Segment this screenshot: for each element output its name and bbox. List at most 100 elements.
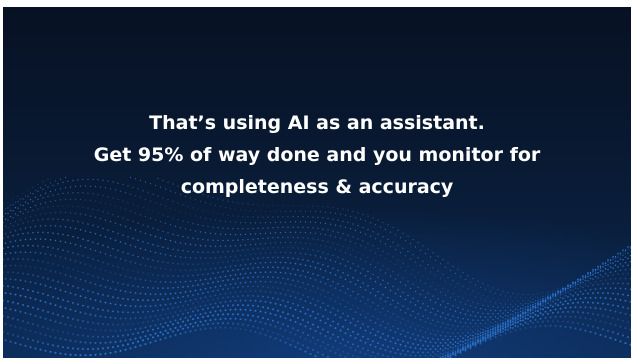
wave-dot: [464, 303, 467, 305]
wave-dot: [12, 301, 14, 304]
wave-dot: [4, 233, 7, 235]
wave-dot: [242, 259, 244, 261]
wave-dot: [517, 309, 519, 311]
wave-dot: [209, 268, 212, 270]
wave-dot: [297, 329, 299, 332]
wave-dot: [344, 214, 347, 216]
wave-dot: [27, 305, 29, 308]
wave-dot: [459, 301, 462, 303]
wave-dot: [297, 304, 299, 307]
wave-dot: [157, 309, 159, 312]
wave-dot: [149, 217, 152, 219]
wave-dot: [304, 210, 307, 212]
wave-dot: [271, 331, 275, 334]
wave-dot: [467, 336, 469, 338]
wave-dot: [66, 346, 70, 349]
wave-dot: [22, 244, 24, 247]
wave-dot: [134, 262, 137, 264]
wave-dot: [219, 205, 222, 208]
wave-dot: [519, 323, 522, 326]
wave-dot: [334, 327, 337, 330]
wave-dot: [129, 210, 132, 212]
wave-dot: [79, 278, 82, 281]
wave-dot: [104, 316, 107, 319]
wave-dot: [354, 349, 357, 352]
wave-dot: [377, 318, 379, 320]
wave-dot: [217, 251, 219, 253]
wave-dot: [494, 336, 497, 339]
wave-dot: [131, 341, 135, 345]
wave-dot: [29, 215, 32, 218]
wave-dot: [171, 330, 175, 333]
wave-dot: [177, 321, 179, 324]
wave-dot: [319, 319, 322, 322]
wave-dot: [229, 300, 232, 303]
wave-dot: [214, 267, 217, 270]
wave-dot: [589, 272, 592, 275]
wave-dot: [522, 304, 524, 306]
wave-dot: [267, 286, 269, 288]
wave-dot: [592, 292, 594, 295]
wave-dot: [244, 328, 247, 331]
wave-dot: [72, 252, 74, 254]
wave-dot: [254, 271, 257, 274]
wave-dot: [237, 313, 239, 316]
wave-dot: [509, 316, 512, 319]
wave-dot: [612, 258, 614, 261]
wave-dot: [259, 262, 262, 264]
wave-dot: [624, 299, 627, 302]
wave-dot: [154, 235, 157, 238]
wave-dot: [302, 319, 304, 321]
wave-dot: [207, 307, 209, 310]
wave-dot: [24, 312, 27, 314]
message-line-2: Get 95% of way done and you monitor for: [93, 144, 541, 166]
wave-dot: [212, 290, 214, 292]
wave-dot: [609, 266, 612, 268]
wave-dot: [349, 321, 352, 324]
wave-dot: [529, 312, 532, 315]
wave-dot: [189, 229, 192, 231]
wave-dot: [531, 321, 535, 325]
wave-dot: [449, 352, 452, 355]
wave-dot: [104, 329, 107, 332]
wave-dot: [44, 253, 47, 255]
wave-dot: [464, 349, 467, 352]
wave-dot: [474, 344, 477, 347]
wave-dot: [554, 291, 557, 293]
wave-dot: [42, 218, 44, 221]
wave-dot: [82, 238, 84, 240]
wave-dot: [444, 351, 447, 354]
wave-dot: [522, 309, 524, 312]
wave-dot: [36, 340, 40, 343]
wave-dot: [539, 317, 542, 320]
wave-dot: [617, 318, 619, 321]
wave-dot: [329, 235, 332, 237]
wave-dot: [274, 251, 277, 254]
wave-dot: [497, 330, 499, 332]
wave-dot: [254, 299, 257, 302]
wave-dot: [189, 269, 192, 271]
wave-dot: [222, 271, 224, 273]
wave-dot: [499, 315, 502, 317]
wave-dot: [444, 341, 447, 344]
wave-dot: [39, 348, 42, 351]
wave-dot: [619, 277, 622, 280]
wave-dot: [257, 295, 259, 298]
wave-dot: [529, 304, 532, 307]
wave-dot: [582, 278, 584, 280]
wave-dot: [382, 279, 384, 282]
wave-dot: [487, 296, 489, 298]
wave-dot: [29, 346, 32, 349]
wave-dot: [12, 217, 14, 219]
wave-dot: [482, 319, 484, 322]
wave-dot: [514, 321, 517, 324]
wave-dot: [117, 310, 119, 313]
wave-dot: [322, 289, 324, 292]
wave-dot: [517, 300, 519, 302]
wave-dot: [312, 227, 314, 229]
wave-dot: [104, 236, 107, 238]
wave-dot: [166, 331, 170, 334]
wave-dot: [442, 273, 444, 275]
wave-dot: [619, 311, 622, 314]
wave-dot: [82, 334, 84, 337]
